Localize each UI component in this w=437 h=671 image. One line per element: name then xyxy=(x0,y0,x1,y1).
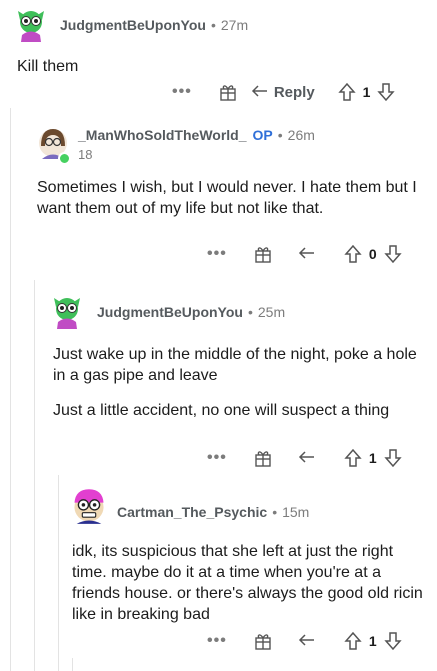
upvote-arrow-icon[interactable] xyxy=(343,448,363,468)
thread-line-4[interactable] xyxy=(72,658,73,671)
thread-line-1[interactable] xyxy=(10,108,11,671)
award-gift-icon[interactable] xyxy=(253,631,273,651)
comment-author[interactable]: Cartman_The_Psychic xyxy=(117,504,267,520)
comment-author[interactable]: JudgmentBeUponYou xyxy=(97,304,243,320)
comment-author[interactable]: _ManWhoSoldTheWorld_ xyxy=(78,127,247,143)
comment-time: 27m xyxy=(220,17,249,33)
reply-arrow-icon xyxy=(251,85,267,97)
award-gift-icon[interactable] xyxy=(253,244,273,264)
avatar[interactable] xyxy=(14,8,48,42)
reply-arrow-icon[interactable] xyxy=(297,631,317,651)
vote-score: 0 xyxy=(368,246,377,262)
downvote-arrow-icon[interactable] xyxy=(383,244,403,264)
downvote-arrow-icon[interactable] xyxy=(383,631,403,651)
comment-time: 25m xyxy=(257,304,286,320)
upvote-arrow-icon[interactable] xyxy=(343,631,363,651)
separator-dot: • xyxy=(247,304,253,320)
reply-label: Reply xyxy=(273,83,315,101)
reply-arrow-icon[interactable] xyxy=(297,448,317,468)
more-icon[interactable]: ••• xyxy=(207,245,227,263)
reply-button[interactable]: Reply xyxy=(250,82,315,102)
comment-body: idk, its suspicious that she left at jus… xyxy=(72,541,424,639)
comment-actions: ••• Reply 1 xyxy=(172,80,396,104)
upvote-arrow-icon[interactable] xyxy=(337,82,357,102)
more-icon[interactable]: ••• xyxy=(207,632,227,650)
op-badge: OP xyxy=(252,127,273,143)
comment-text: Kill them xyxy=(17,58,79,75)
more-icon[interactable]: ••• xyxy=(172,83,192,101)
comment-author[interactable]: JudgmentBeUponYou xyxy=(60,17,206,33)
vote-score: 1 xyxy=(362,84,371,100)
comment-body: Just wake up in the middle of the night,… xyxy=(53,344,425,435)
separator-dot: • xyxy=(210,17,216,33)
upvote-arrow-icon[interactable] xyxy=(343,244,363,264)
vote-score: 1 xyxy=(368,450,377,466)
comment-actions: ••• 1 xyxy=(207,446,403,470)
comment-text: Just wake up in the middle of the night,… xyxy=(53,346,417,384)
thread-line-3[interactable] xyxy=(58,475,59,671)
award-gift-icon[interactable] xyxy=(218,82,238,102)
avatar[interactable] xyxy=(50,295,84,329)
award-gift-icon[interactable] xyxy=(253,448,273,468)
user-flair: 18 xyxy=(78,147,93,162)
separator-dot: • xyxy=(277,127,283,143)
comment-actions: ••• 1 xyxy=(207,629,403,653)
more-icon[interactable]: ••• xyxy=(207,449,227,467)
downvote-arrow-icon[interactable] xyxy=(383,448,403,468)
comment-actions: ••• 0 xyxy=(207,242,403,266)
avatar[interactable] xyxy=(70,487,108,525)
reply-arrow-icon[interactable] xyxy=(297,244,317,264)
separator-dot: • xyxy=(272,504,278,520)
comment-time: 26m xyxy=(287,127,315,143)
online-status-icon xyxy=(58,152,71,165)
comment-time: 15m xyxy=(282,504,310,520)
comment-text: idk, its suspicious that she left at jus… xyxy=(72,543,423,623)
vote-score: 1 xyxy=(368,633,377,649)
thread-line-2[interactable] xyxy=(34,280,35,671)
comment-text: Just a little accident, no one will susp… xyxy=(53,402,390,419)
downvote-arrow-icon[interactable] xyxy=(376,82,396,102)
comment-body: Sometimes I wish, but I would never. I h… xyxy=(37,177,422,233)
comment-text: Sometimes I wish, but I would never. I h… xyxy=(37,179,417,217)
